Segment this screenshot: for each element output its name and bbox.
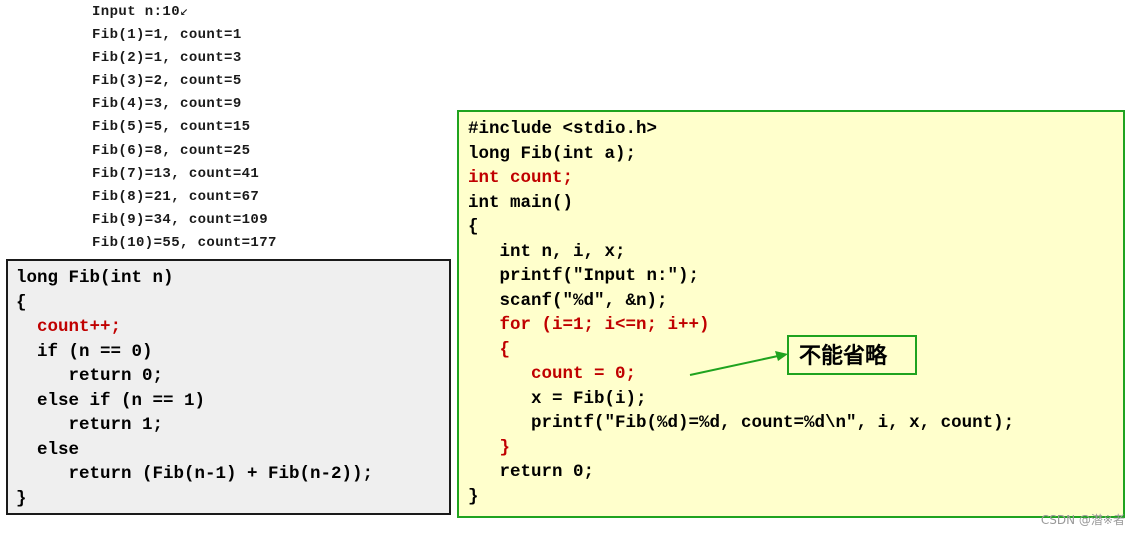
watermark: CSDN @潜※者 — [1040, 513, 1125, 527]
callout-label: 不能省略 — [787, 335, 917, 375]
callout-arrow-icon — [689, 351, 788, 376]
